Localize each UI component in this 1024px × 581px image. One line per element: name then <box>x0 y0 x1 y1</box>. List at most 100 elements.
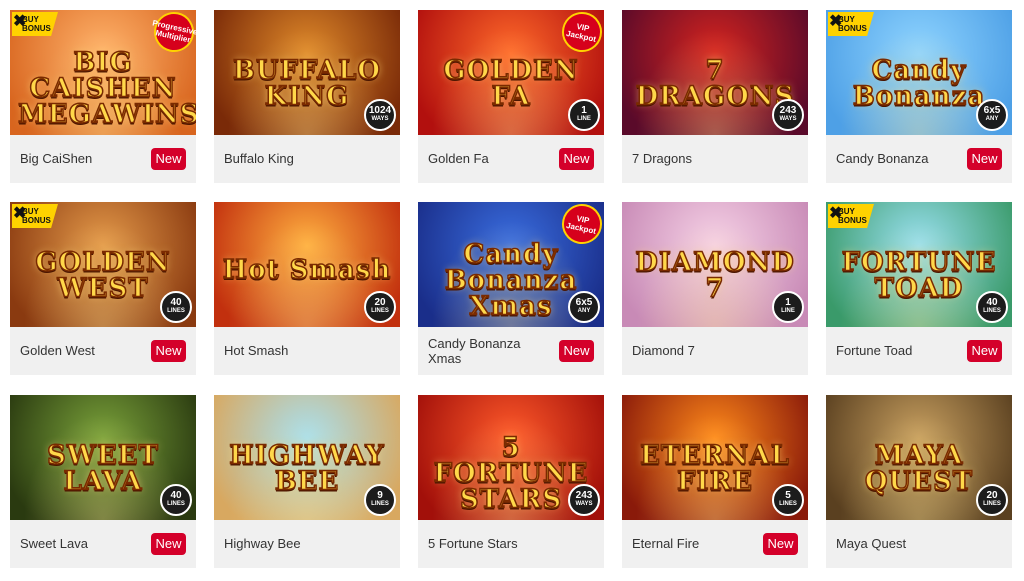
paylines-count: 6x5 <box>983 105 1001 116</box>
paylines-count: 9 <box>377 490 383 501</box>
game-card[interactable]: Candy Bonanza Xmas VIP Jackpot 6x5 ANY Candy… <box>418 202 604 375</box>
paylines-badge: 6x5 ANY <box>976 99 1008 131</box>
paylines-unit: LINES <box>167 501 185 507</box>
game-thumbnail[interactable]: HIGHWAY BEE 9 LINES <box>214 395 400 520</box>
game-info-bar: Maya Quest <box>826 520 1012 568</box>
game-name[interactable]: 7 Dragons <box>632 151 752 166</box>
game-grid: BIG CAISHEN MEGAWINS ✖ BUY BONUS Progressiv… <box>0 0 1024 581</box>
game-card[interactable]: DIAMOND 7 1 LINE Diamond 7 <box>622 202 808 375</box>
game-card[interactable]: GOLDEN FA VIP Jackpot 1 LINE Golden Fa New <box>418 10 604 183</box>
game-info-bar: Golden Fa New <box>418 135 604 183</box>
x-icon: ✖ <box>13 13 27 30</box>
paylines-unit: LINES <box>371 501 389 507</box>
buy-bonus-badge: ✖ BUY BONUS <box>12 204 58 228</box>
x-icon: ✖ <box>13 205 27 222</box>
game-name[interactable]: Big CaiShen <box>20 151 140 166</box>
game-card[interactable]: FORTUNE TOAD ✖ BUY BONUS 40 LINES Fortune Toa… <box>826 202 1012 375</box>
new-badge: New <box>967 340 1002 362</box>
game-card[interactable]: 7 DRAGONS 243 WAYS 7 Dragons <box>622 10 808 183</box>
game-card[interactable]: 5 FORTUNE STARS 243 WAYS 5 Fortune Stars <box>418 395 604 568</box>
game-info-bar: Hot Smash <box>214 327 400 375</box>
game-name[interactable]: Candy Bonanza Xmas <box>428 336 548 366</box>
game-info-bar: Buffalo King <box>214 135 400 183</box>
paylines-unit: WAYS <box>371 116 389 122</box>
game-thumbnail[interactable]: GOLDEN FA VIP Jackpot 1 LINE <box>418 10 604 135</box>
game-info-bar: Fortune Toad New <box>826 327 1012 375</box>
buy-bonus-badge: ✖ BUY BONUS <box>828 12 874 36</box>
paylines-badge: 9 LINES <box>364 484 396 516</box>
game-name[interactable]: Eternal Fire <box>632 536 752 551</box>
game-thumbnail[interactable]: Candy Bonanza ✖ BUY BONUS 6x5 ANY <box>826 10 1012 135</box>
paylines-unit: LINES <box>983 308 1001 314</box>
game-name[interactable]: Golden Fa <box>428 151 548 166</box>
paylines-badge: 5 LINES <box>772 484 804 516</box>
game-card[interactable]: HIGHWAY BEE 9 LINES Highway Bee <box>214 395 400 568</box>
buy-bonus-badge: ✖ BUY BONUS <box>12 12 58 36</box>
new-badge: New <box>151 340 186 362</box>
game-thumbnail[interactable]: Hot Smash 20 LINES <box>214 202 400 327</box>
new-badge: New <box>151 148 186 170</box>
game-thumbnail[interactable]: BUFFALO KING 1024 WAYS <box>214 10 400 135</box>
game-thumbnail[interactable]: FORTUNE TOAD ✖ BUY BONUS 40 LINES <box>826 202 1012 327</box>
paylines-badge: 6x5 ANY <box>568 291 600 323</box>
game-info-bar: Golden West New <box>10 327 196 375</box>
paylines-unit: LINES <box>371 308 389 314</box>
game-thumbnail[interactable]: ETERNAL FIRE 5 LINES <box>622 395 808 520</box>
game-card[interactable]: Candy Bonanza ✖ BUY BONUS 6x5 ANY Candy Bonan… <box>826 10 1012 183</box>
game-card[interactable]: MAYA QUEST 20 LINES Maya Quest <box>826 395 1012 568</box>
new-badge: New <box>763 533 798 555</box>
game-name[interactable]: Fortune Toad <box>836 343 956 358</box>
game-thumbnail[interactable]: 7 DRAGONS 243 WAYS <box>622 10 808 135</box>
game-card[interactable]: BUFFALO KING 1024 WAYS Buffalo King <box>214 10 400 183</box>
game-card[interactable]: ETERNAL FIRE 5 LINES Eternal Fire New <box>622 395 808 568</box>
game-thumbnail[interactable]: Candy Bonanza Xmas VIP Jackpot 6x5 ANY <box>418 202 604 327</box>
paylines-unit: LINE <box>781 308 795 314</box>
paylines-badge: 40 LINES <box>160 291 192 323</box>
paylines-unit: ANY <box>985 116 999 122</box>
game-name[interactable]: Buffalo King <box>224 151 344 166</box>
game-thumbnail[interactable]: SWEET LAVA 40 LINES <box>10 395 196 520</box>
paylines-count: 5 <box>785 490 791 501</box>
game-name[interactable]: Maya Quest <box>836 536 956 551</box>
paylines-count: 20 <box>374 297 386 308</box>
game-thumbnail[interactable]: 5 FORTUNE STARS 243 WAYS <box>418 395 604 520</box>
game-logo-text: BIG CAISHEN MEGAWINS <box>17 47 196 130</box>
game-name[interactable]: 5 Fortune Stars <box>428 536 548 551</box>
paylines-count: 40 <box>170 490 182 501</box>
game-logo-text: Hot Smash <box>222 254 392 285</box>
game-name[interactable]: Candy Bonanza <box>836 151 956 166</box>
game-card[interactable]: SWEET LAVA 40 LINES Sweet Lava New <box>10 395 196 568</box>
paylines-badge: 1 LINE <box>568 99 600 131</box>
game-card[interactable]: Hot Smash 20 LINES Hot Smash <box>214 202 400 375</box>
game-info-bar: Diamond 7 <box>622 327 808 375</box>
game-thumbnail[interactable]: DIAMOND 7 1 LINE <box>622 202 808 327</box>
new-badge: New <box>559 148 594 170</box>
game-name[interactable]: Sweet Lava <box>20 536 140 551</box>
game-name[interactable]: Highway Bee <box>224 536 344 551</box>
paylines-unit: ANY <box>577 308 591 314</box>
paylines-unit: WAYS <box>779 116 797 122</box>
paylines-badge: 243 WAYS <box>772 99 804 131</box>
x-icon: ✖ <box>829 205 843 222</box>
game-name[interactable]: Hot Smash <box>224 343 344 358</box>
game-card[interactable]: BIG CAISHEN MEGAWINS ✖ BUY BONUS Progressiv… <box>10 10 196 183</box>
paylines-badge: 1 LINE <box>772 291 804 323</box>
game-thumbnail[interactable]: MAYA QUEST 20 LINES <box>826 395 1012 520</box>
paylines-badge: 20 LINES <box>976 484 1008 516</box>
paylines-badge: 1024 WAYS <box>364 99 396 131</box>
paylines-count: 1024 <box>368 105 392 116</box>
paylines-count: 1 <box>785 297 791 308</box>
game-card[interactable]: GOLDEN WEST ✖ BUY BONUS 40 LINES Golden West N… <box>10 202 196 375</box>
game-name[interactable]: Diamond 7 <box>632 343 752 358</box>
game-info-bar: Candy Bonanza Xmas New <box>418 327 604 375</box>
new-badge: New <box>967 148 1002 170</box>
game-thumbnail[interactable]: BIG CAISHEN MEGAWINS ✖ BUY BONUS Progressiv… <box>10 10 196 135</box>
game-info-bar: 5 Fortune Stars <box>418 520 604 568</box>
paylines-count: 20 <box>986 490 998 501</box>
paylines-badge: 243 WAYS <box>568 484 600 516</box>
game-info-bar: Highway Bee <box>214 520 400 568</box>
game-thumbnail[interactable]: GOLDEN WEST ✖ BUY BONUS 40 LINES <box>10 202 196 327</box>
game-name[interactable]: Golden West <box>20 343 140 358</box>
paylines-count: 243 <box>575 490 593 501</box>
new-badge: New <box>559 340 594 362</box>
